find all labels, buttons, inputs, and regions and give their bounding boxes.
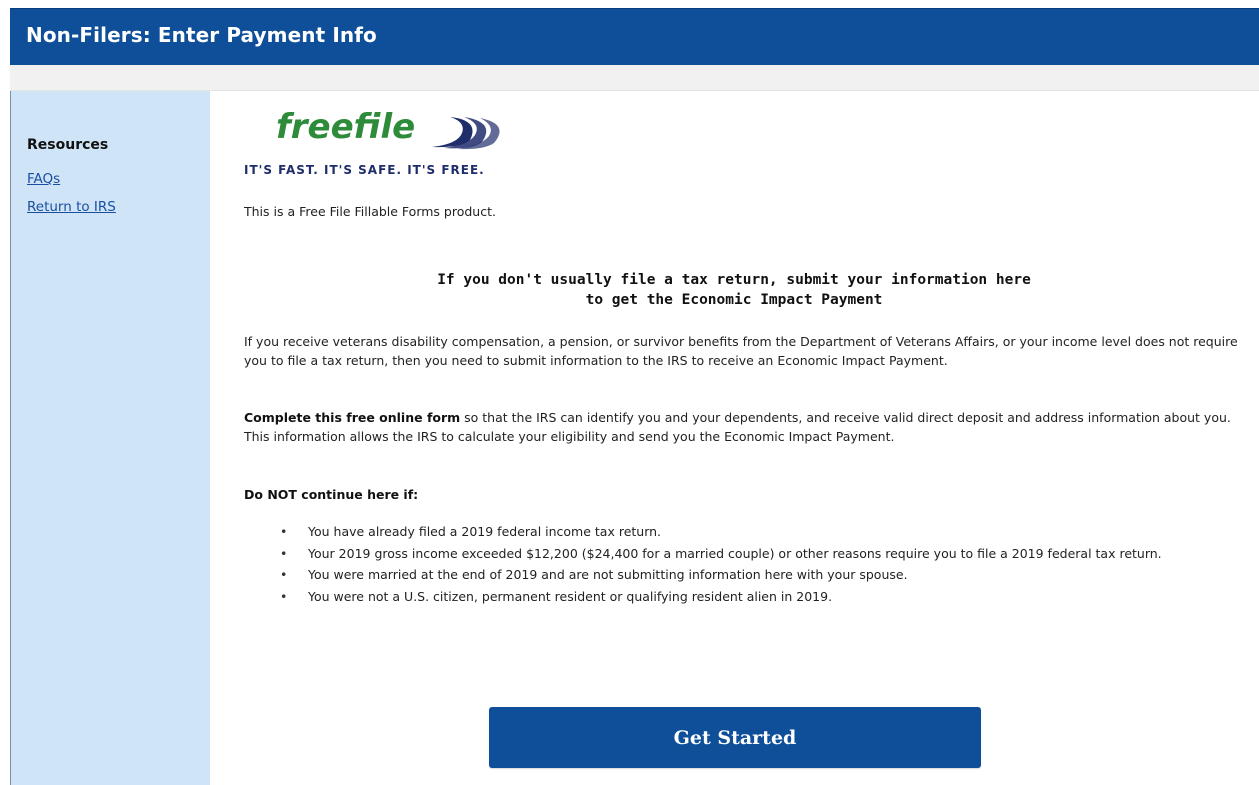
instructions-emphasis: Complete this free online form (244, 410, 461, 425)
sub-toolbar (10, 65, 1259, 91)
main-heading: If you don't usually file a tax return, … (244, 270, 1224, 310)
list-item-text: Your 2019 gross income exceeded $12,200 … (308, 545, 1162, 561)
list-item: Your 2019 gross income exceeded $12,200 … (276, 543, 1236, 565)
page-title: Non-Filers: Enter Payment Info (26, 23, 377, 47)
product-note: This is a Free File Fillable Forms produ… (244, 204, 496, 219)
main-heading-line-2: to get the Economic Impact Payment (585, 292, 883, 308)
list-item: You were not a U.S. citizen, permanent r… (276, 586, 1236, 608)
sidebar-link-return-to-irs[interactable]: Return to IRS (27, 199, 116, 215)
instructions-paragraph: Complete this free online form so that t… (244, 408, 1254, 446)
list-item-text: You were married at the end of 2019 and … (308, 567, 908, 582)
list-item: You have already filed a 2019 federal in… (276, 521, 1236, 543)
sidebar: Resources FAQs Return to IRS (11, 91, 210, 785)
freefile-wordmark: freefile (276, 107, 415, 147)
get-started-button[interactable]: Get Started (489, 707, 981, 768)
page-header: Non-Filers: Enter Payment Info (10, 8, 1259, 65)
logo-tagline: IT'S FAST. IT'S SAFE. IT'S FREE. (244, 163, 485, 177)
list-item-text: You have already filed a 2019 federal in… (308, 524, 662, 539)
warning-heading: Do NOT continue here if: (244, 487, 419, 502)
sidebar-link-faqs[interactable]: FAQs (27, 171, 60, 187)
warning-list: You have already filed a 2019 federal in… (276, 521, 1236, 607)
list-item-text: You were not a U.S. citizen, permanent r… (308, 588, 833, 604)
main-heading-line-1: If you don't usually file a tax return, … (437, 272, 1031, 288)
sidebar-heading: Resources (27, 137, 109, 153)
intro-paragraph: If you receive veterans disability compe… (244, 334, 1238, 368)
freefile-logo-graphic: freefile (276, 107, 500, 150)
list-item: You were married at the end of 2019 and … (276, 564, 1236, 586)
